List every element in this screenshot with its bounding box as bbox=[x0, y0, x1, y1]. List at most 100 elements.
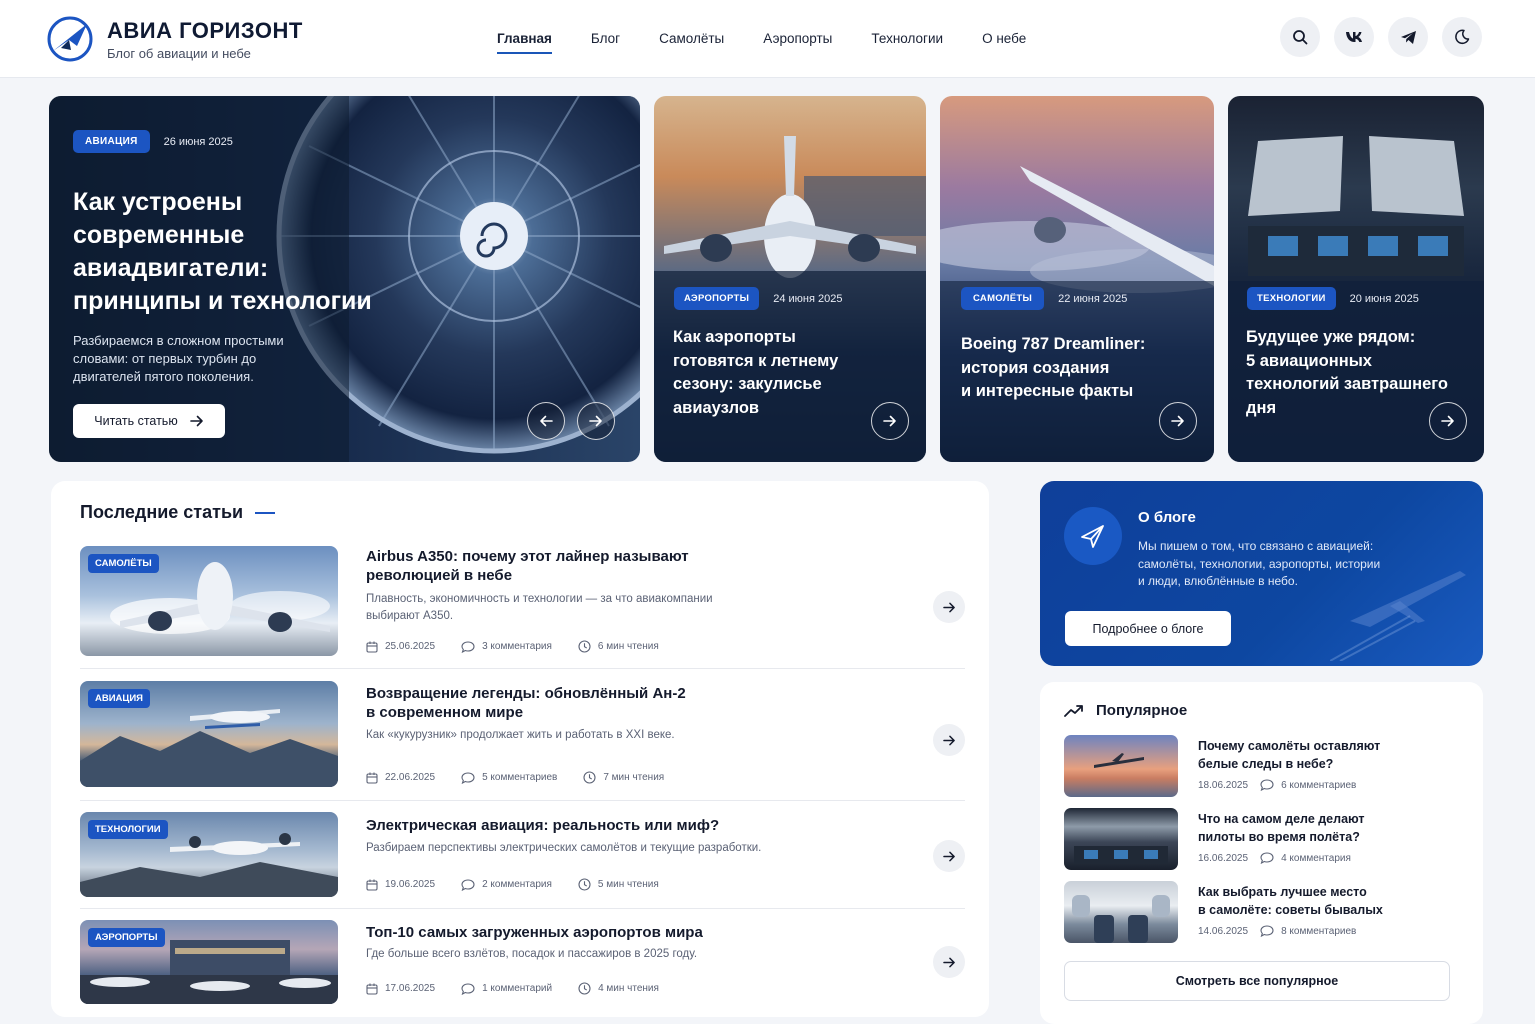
site-title[interactable]: АВИА ГОРИЗОНТ bbox=[107, 18, 303, 44]
arrow-right-icon bbox=[1441, 415, 1454, 427]
about-blog-panel: О блоге Мы пишем о том, что связано с ав… bbox=[1040, 481, 1483, 666]
hero-date: 26 июня 2025 bbox=[163, 135, 233, 148]
view-all-popular-button[interactable]: Смотреть все популярное bbox=[1064, 961, 1450, 1001]
clock-icon bbox=[578, 640, 591, 653]
hero-category-badge[interactable]: АВИАЦИЯ bbox=[73, 130, 150, 153]
nav-airports[interactable]: Аэропорты bbox=[763, 31, 832, 46]
article-3-title[interactable]: Электрическая авиация: реальность или ми… bbox=[366, 816, 726, 835]
featured-3-title[interactable]: Будущее уже рядом: 5 авиационных технологи… bbox=[1246, 326, 1448, 420]
featured-1-open-button[interactable] bbox=[871, 402, 909, 440]
nav-home[interactable]: Главная bbox=[497, 31, 552, 54]
article-2-date: 22.06.2025 bbox=[385, 772, 436, 783]
featured-2-title[interactable]: Boeing 787 Dreamliner: история создания и … bbox=[961, 333, 1145, 404]
popular-item[interactable]: Почему самолёты оставляют белые следы в н… bbox=[1064, 735, 1454, 801]
featured-1-badge[interactable]: АЭРОПОРТЫ bbox=[674, 287, 760, 310]
article-1-comments: 3 комментария bbox=[482, 641, 552, 652]
vk-button[interactable] bbox=[1334, 17, 1374, 57]
popular-2-title[interactable]: Что на самом деле делают пилоты во время … bbox=[1198, 810, 1398, 846]
featured-2-open-button[interactable] bbox=[1159, 402, 1197, 440]
popular-1-meta: 18.06.2025 6 комментариев bbox=[1198, 779, 1356, 791]
comment-icon bbox=[461, 982, 475, 995]
popular-item[interactable]: Что на самом деле делают пилоты во время … bbox=[1064, 808, 1454, 874]
arrow-right-icon bbox=[589, 415, 602, 427]
cabin-seats-image bbox=[1072, 895, 1170, 943]
arrow-right-icon bbox=[942, 602, 955, 612]
comment-icon bbox=[1260, 852, 1274, 864]
popular-3-title[interactable]: Как выбрать лучшее место в самолёте: сове… bbox=[1198, 883, 1398, 919]
logo-icon[interactable] bbox=[47, 16, 93, 62]
about-title: О блоге bbox=[1138, 509, 1196, 526]
article-4-meta: 17.06.2025 1 комментарий 4 мин чтения bbox=[366, 982, 685, 995]
article-row[interactable]: АЭРОПОРТЫ Топ-10 самых загруженных аэроп… bbox=[80, 920, 965, 1024]
article-row[interactable]: САМОЛЁТЫ Airbus A350: почему этот лайнер… bbox=[80, 546, 965, 662]
popular-item[interactable]: Как выбрать лучшее место в самолёте: сове… bbox=[1064, 881, 1454, 947]
featured-card-airports[interactable]: АЭРОПОРТЫ 24 июня 2025 Как аэропорты гото… bbox=[654, 96, 926, 462]
article-4-comments: 1 комментарий bbox=[482, 983, 553, 994]
article-3-thumbnail[interactable]: ТЕХНОЛОГИИ bbox=[80, 812, 338, 897]
featured-3-open-button[interactable] bbox=[1429, 402, 1467, 440]
article-4-title[interactable]: Топ-10 самых загруженных аэропортов мира bbox=[366, 923, 726, 942]
featured-card-tech[interactable]: ТЕХНОЛОГИИ 20 июня 2025 Будущее уже рядо… bbox=[1228, 96, 1484, 462]
divider bbox=[80, 800, 965, 801]
article-4-open-button[interactable] bbox=[933, 946, 965, 978]
about-more-button[interactable]: Подробнее о блоге bbox=[1065, 611, 1231, 646]
article-3-comments: 2 комментария bbox=[482, 879, 552, 890]
article-3-badge[interactable]: ТЕХНОЛОГИИ bbox=[88, 820, 168, 839]
article-1-thumbnail[interactable]: САМОЛЁТЫ bbox=[80, 546, 338, 656]
popular-2-thumbnail[interactable] bbox=[1064, 808, 1178, 870]
popular-1-thumbnail[interactable] bbox=[1064, 735, 1178, 797]
featured-card-planes[interactable]: САМОЛЁТЫ 22 июня 2025 Boeing 787 Dreamli… bbox=[940, 96, 1214, 462]
hero-title[interactable]: Как устроены современные авиадвигатели: при… bbox=[73, 186, 372, 318]
article-1-meta: 25.06.2025 3 комментария 6 мин чтения bbox=[366, 640, 685, 653]
article-4-thumbnail[interactable]: АЭРОПОРТЫ bbox=[80, 920, 338, 1004]
hero-card[interactable]: АВИАЦИЯ 26 июня 2025 Как устроены совреме… bbox=[49, 96, 640, 462]
article-2-open-button[interactable] bbox=[933, 724, 965, 756]
read-article-button[interactable]: Читать статью bbox=[73, 404, 225, 438]
article-1-date: 25.06.2025 bbox=[385, 641, 436, 652]
nav-sky[interactable]: О небе bbox=[982, 31, 1026, 46]
article-3-read-time: 5 мин чтения bbox=[597, 879, 659, 890]
article-row[interactable]: ТЕХНОЛОГИИ Электрическая авиация: реальн… bbox=[80, 812, 965, 928]
vk-icon bbox=[1346, 32, 1362, 42]
article-2-badge[interactable]: АВИАЦИЯ bbox=[88, 689, 151, 708]
popular-3-date: 14.06.2025 bbox=[1198, 925, 1249, 937]
nav-planes[interactable]: Самолёты bbox=[659, 31, 724, 46]
clock-icon bbox=[583, 771, 596, 784]
article-3-open-button[interactable] bbox=[933, 840, 965, 872]
featured-1-title[interactable]: Как аэропорты готовятся к летнему сезону: … bbox=[673, 326, 838, 420]
article-2-title[interactable]: Возвращение легенды: обновлённый Ан-2 в с… bbox=[366, 684, 726, 722]
search-button[interactable] bbox=[1280, 17, 1320, 57]
featured-2-badge[interactable]: САМОЛЁТЫ bbox=[961, 287, 1045, 310]
article-4-description: Где больше всего взлётов, посадок и пасс… bbox=[366, 948, 698, 960]
article-3-date: 19.06.2025 bbox=[385, 879, 436, 890]
article-1-title[interactable]: Airbus A350: почему этот лайнер называют… bbox=[366, 547, 726, 585]
article-4-date: 17.06.2025 bbox=[385, 983, 436, 994]
comment-icon bbox=[461, 878, 475, 891]
article-row[interactable]: АВИАЦИЯ Возвращение легенды: обновлённый… bbox=[80, 681, 965, 797]
article-2-meta: 22.06.2025 5 комментариев 7 мин чтения bbox=[366, 771, 690, 784]
calendar-icon bbox=[366, 772, 378, 784]
article-1-open-button[interactable] bbox=[933, 591, 965, 623]
plane-icon bbox=[1081, 525, 1104, 548]
article-2-thumbnail[interactable]: АВИАЦИЯ bbox=[80, 681, 338, 787]
arrow-right-icon bbox=[1171, 415, 1184, 427]
popular-3-thumbnail[interactable] bbox=[1064, 881, 1178, 943]
featured-2-date: 22 июня 2025 bbox=[1058, 292, 1128, 305]
site-subtitle: Блог об авиации и небе bbox=[107, 46, 251, 61]
popular-1-title[interactable]: Почему самолёты оставляют белые следы в н… bbox=[1198, 737, 1398, 773]
article-4-badge[interactable]: АЭРОПОРТЫ bbox=[88, 928, 165, 947]
featured-3-badge[interactable]: ТЕХНОЛОГИИ bbox=[1247, 287, 1336, 310]
arrow-left-icon bbox=[540, 415, 553, 427]
slider-next-button[interactable] bbox=[577, 402, 615, 440]
theme-toggle-button[interactable] bbox=[1442, 17, 1482, 57]
nav-blog[interactable]: Блог bbox=[591, 31, 620, 46]
telegram-button[interactable] bbox=[1388, 17, 1428, 57]
telegram-icon bbox=[1400, 30, 1416, 44]
slider-prev-button[interactable] bbox=[527, 402, 565, 440]
popular-3-meta: 14.06.2025 8 комментариев bbox=[1198, 925, 1356, 937]
search-icon bbox=[1293, 30, 1308, 45]
popular-2-comments: 4 комментария bbox=[1281, 852, 1351, 864]
arrow-right-icon bbox=[942, 851, 955, 861]
nav-tech[interactable]: Технологии bbox=[871, 31, 943, 46]
article-1-badge[interactable]: САМОЛЁТЫ bbox=[88, 554, 159, 573]
